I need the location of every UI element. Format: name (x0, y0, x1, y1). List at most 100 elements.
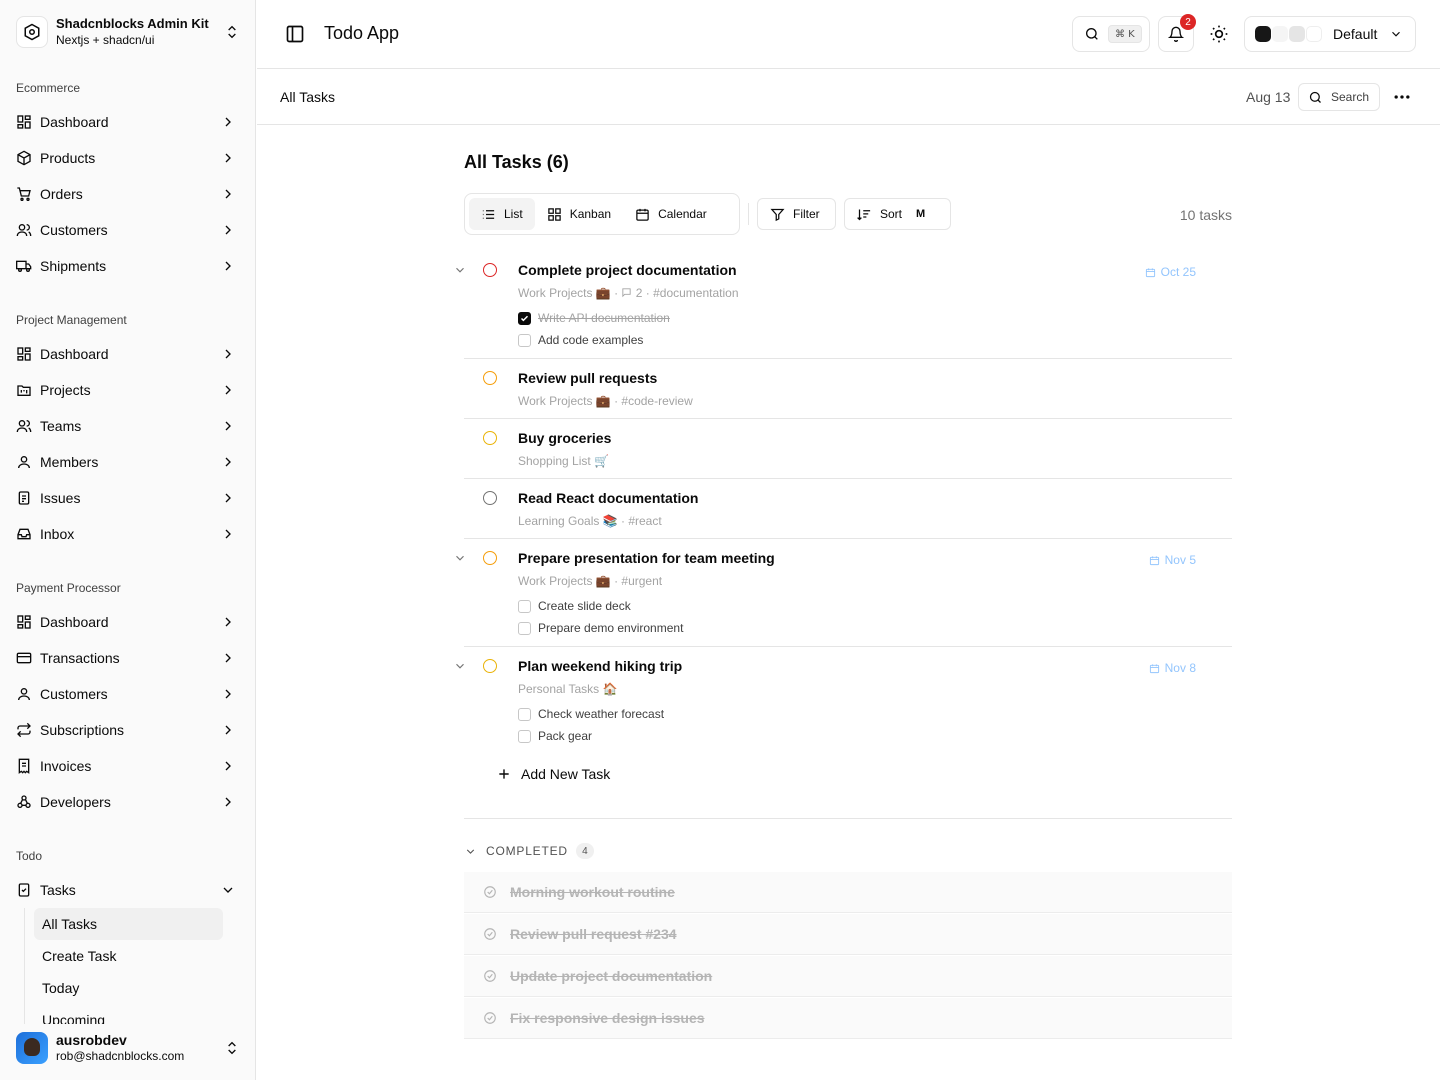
chevron-down-icon[interactable] (453, 263, 467, 277)
completed-task-row[interactable]: Update project documentation (464, 956, 1232, 997)
chevron-right-icon (225, 493, 231, 503)
task-row[interactable]: Buy groceries Shopping List 🛒 (464, 419, 1232, 479)
brand-logo-icon (16, 16, 48, 48)
completed-task-title: Update project documentation (510, 968, 713, 984)
chevron-down-icon[interactable] (453, 551, 467, 565)
sidebar-item-ecommerce-dashboard[interactable]: Dashboard (0, 104, 255, 140)
users-icon (16, 418, 32, 434)
check-circle-icon[interactable] (483, 969, 497, 983)
sidebar-item-issues[interactable]: Issues (0, 480, 255, 516)
view-kanban-button[interactable]: Kanban (535, 198, 623, 230)
view-label: List (504, 207, 523, 221)
sidebar-item-label: Issues (40, 490, 81, 506)
subtask-checkbox[interactable] (518, 599, 531, 613)
chevron-right-icon (225, 689, 231, 699)
task-status-circle[interactable] (483, 263, 497, 277)
task-status-circle[interactable] (483, 551, 497, 565)
chevron-down-icon[interactable] (453, 659, 467, 673)
chevron-right-icon (225, 421, 231, 431)
sidebar-item-teams[interactable]: Teams (0, 408, 255, 444)
sidebar-item-subscriptions[interactable]: Subscriptions (0, 712, 255, 748)
subtask-label: Add code examples (538, 333, 644, 347)
sidebar-item-inbox[interactable]: Inbox (0, 516, 255, 552)
layout-grid-icon (547, 207, 561, 221)
task-status-circle[interactable] (483, 491, 497, 505)
subtask-checkbox[interactable] (518, 333, 531, 347)
team-switcher[interactable]: Shadcnblocks Admin Kit Nextjs + shadcn/u… (8, 8, 248, 56)
sidebar-item-pm-dashboard[interactable]: Dashboard (0, 336, 255, 372)
sidebar-item-label: Subscriptions (40, 722, 125, 738)
view-calendar-button[interactable]: Calendar (623, 198, 719, 230)
task-row[interactable]: Review pull requests Work Projects 💼 · #… (464, 359, 1232, 419)
sort-button[interactable]: Sort M (844, 198, 951, 230)
task-row[interactable]: Prepare presentation for team meeting Wo… (456, 539, 1232, 647)
task-status-circle[interactable] (483, 431, 497, 445)
sidebar-item-orders[interactable]: Orders (0, 176, 255, 212)
completed-task-row[interactable]: Morning workout routine (464, 872, 1232, 913)
subtask-item: Prepare demo environment (518, 619, 683, 637)
task-status-circle[interactable] (483, 371, 497, 385)
tasks-submenu: All Tasks Create Task Today Upcoming (24, 908, 255, 1036)
chevron-right-icon (225, 349, 231, 359)
sub-header: All Tasks Aug 13 Search (257, 69, 1440, 125)
check-circle-icon[interactable] (483, 927, 497, 941)
sidebar-item-label: Invoices (40, 758, 92, 774)
completed-task-row[interactable]: Fix responsive design issues (464, 998, 1232, 1039)
sidebar-item-customers[interactable]: Customers (0, 212, 255, 248)
completed-task-title: Review pull request #234 (510, 926, 677, 942)
sidebar: Shadcnblocks Admin Kit Nextjs + shadcn/u… (0, 0, 256, 1080)
sidebar-item-tasks[interactable]: Tasks (0, 872, 255, 908)
sidebar-item-pp-customers[interactable]: Customers (0, 676, 255, 712)
sidebar-item-projects[interactable]: Projects (0, 372, 255, 408)
notifications-button[interactable]: 2 (1158, 14, 1196, 52)
user-menu[interactable]: ausrobdev rob@shadcnblocks.com (8, 1024, 248, 1072)
check-circle-icon[interactable] (483, 885, 497, 899)
check-circle-icon[interactable] (483, 1011, 497, 1025)
theme-swatch (1255, 26, 1271, 42)
nav-group-project-management: Project Management Dashboard Projects Te… (0, 304, 255, 552)
sidebar-item-pp-dashboard[interactable]: Dashboard (0, 604, 255, 640)
subtask-checkbox[interactable] (518, 729, 531, 743)
global-search-button[interactable]: ⌘ K (1072, 16, 1150, 52)
group-label: Payment Processor (16, 581, 121, 595)
task-row[interactable]: Complete project documentation Work Proj… (456, 251, 1232, 359)
sidebar-subitem-create-task[interactable]: Create Task (34, 940, 223, 972)
sidebar-item-products[interactable]: Products (0, 140, 255, 176)
chevron-right-icon (225, 617, 231, 627)
subtask-checkbox[interactable] (518, 707, 531, 721)
sun-icon[interactable] (1209, 24, 1229, 44)
package-icon (16, 150, 32, 166)
theme-swatch (1272, 26, 1288, 42)
sidebar-toggle-icon[interactable] (285, 24, 305, 44)
task-status-circle[interactable] (483, 659, 497, 673)
sidebar-item-shipments[interactable]: Shipments (0, 248, 255, 284)
task-row[interactable]: Read React documentation Learning Goals … (464, 479, 1232, 539)
more-horizontal-icon[interactable] (1392, 87, 1412, 107)
sidebar-subitem-all-tasks[interactable]: All Tasks (34, 908, 223, 940)
add-task-button[interactable]: Add New Task (497, 763, 610, 785)
view-label: Kanban (569, 207, 612, 221)
sidebar-item-transactions[interactable]: Transactions (0, 640, 255, 676)
sidebar-item-developers[interactable]: Developers (0, 784, 255, 820)
completed-task-row[interactable]: Review pull request #234 (464, 914, 1232, 955)
completed-section-toggle[interactable]: COMPLETED 4 (464, 841, 594, 861)
sidebar-item-members[interactable]: Members (0, 444, 255, 480)
subtask-checkbox[interactable] (518, 621, 531, 635)
filter-button[interactable]: Filter (757, 198, 836, 230)
completed-task-title: Fix responsive design issues (510, 1010, 705, 1026)
add-task-label: Add New Task (521, 766, 611, 782)
theme-selector[interactable]: Default (1244, 16, 1416, 52)
subtask-checkbox[interactable] (518, 311, 531, 325)
task-search-button[interactable]: Search (1298, 83, 1380, 111)
chevron-right-icon (225, 189, 231, 199)
task-row[interactable]: Plan weekend hiking trip Personal Tasks … (456, 647, 1232, 755)
user-email: rob@shadcnblocks.com (56, 1049, 185, 1063)
calendar-icon (1149, 663, 1159, 673)
task-title: Prepare presentation for team meeting (518, 550, 775, 566)
sidebar-item-label: Customers (40, 222, 108, 238)
sidebar-item-invoices[interactable]: Invoices (0, 748, 255, 784)
credit-card-icon (16, 650, 32, 666)
chevron-right-icon (225, 117, 231, 127)
sidebar-subitem-today[interactable]: Today (34, 972, 223, 1004)
view-list-button[interactable]: List (469, 198, 535, 230)
